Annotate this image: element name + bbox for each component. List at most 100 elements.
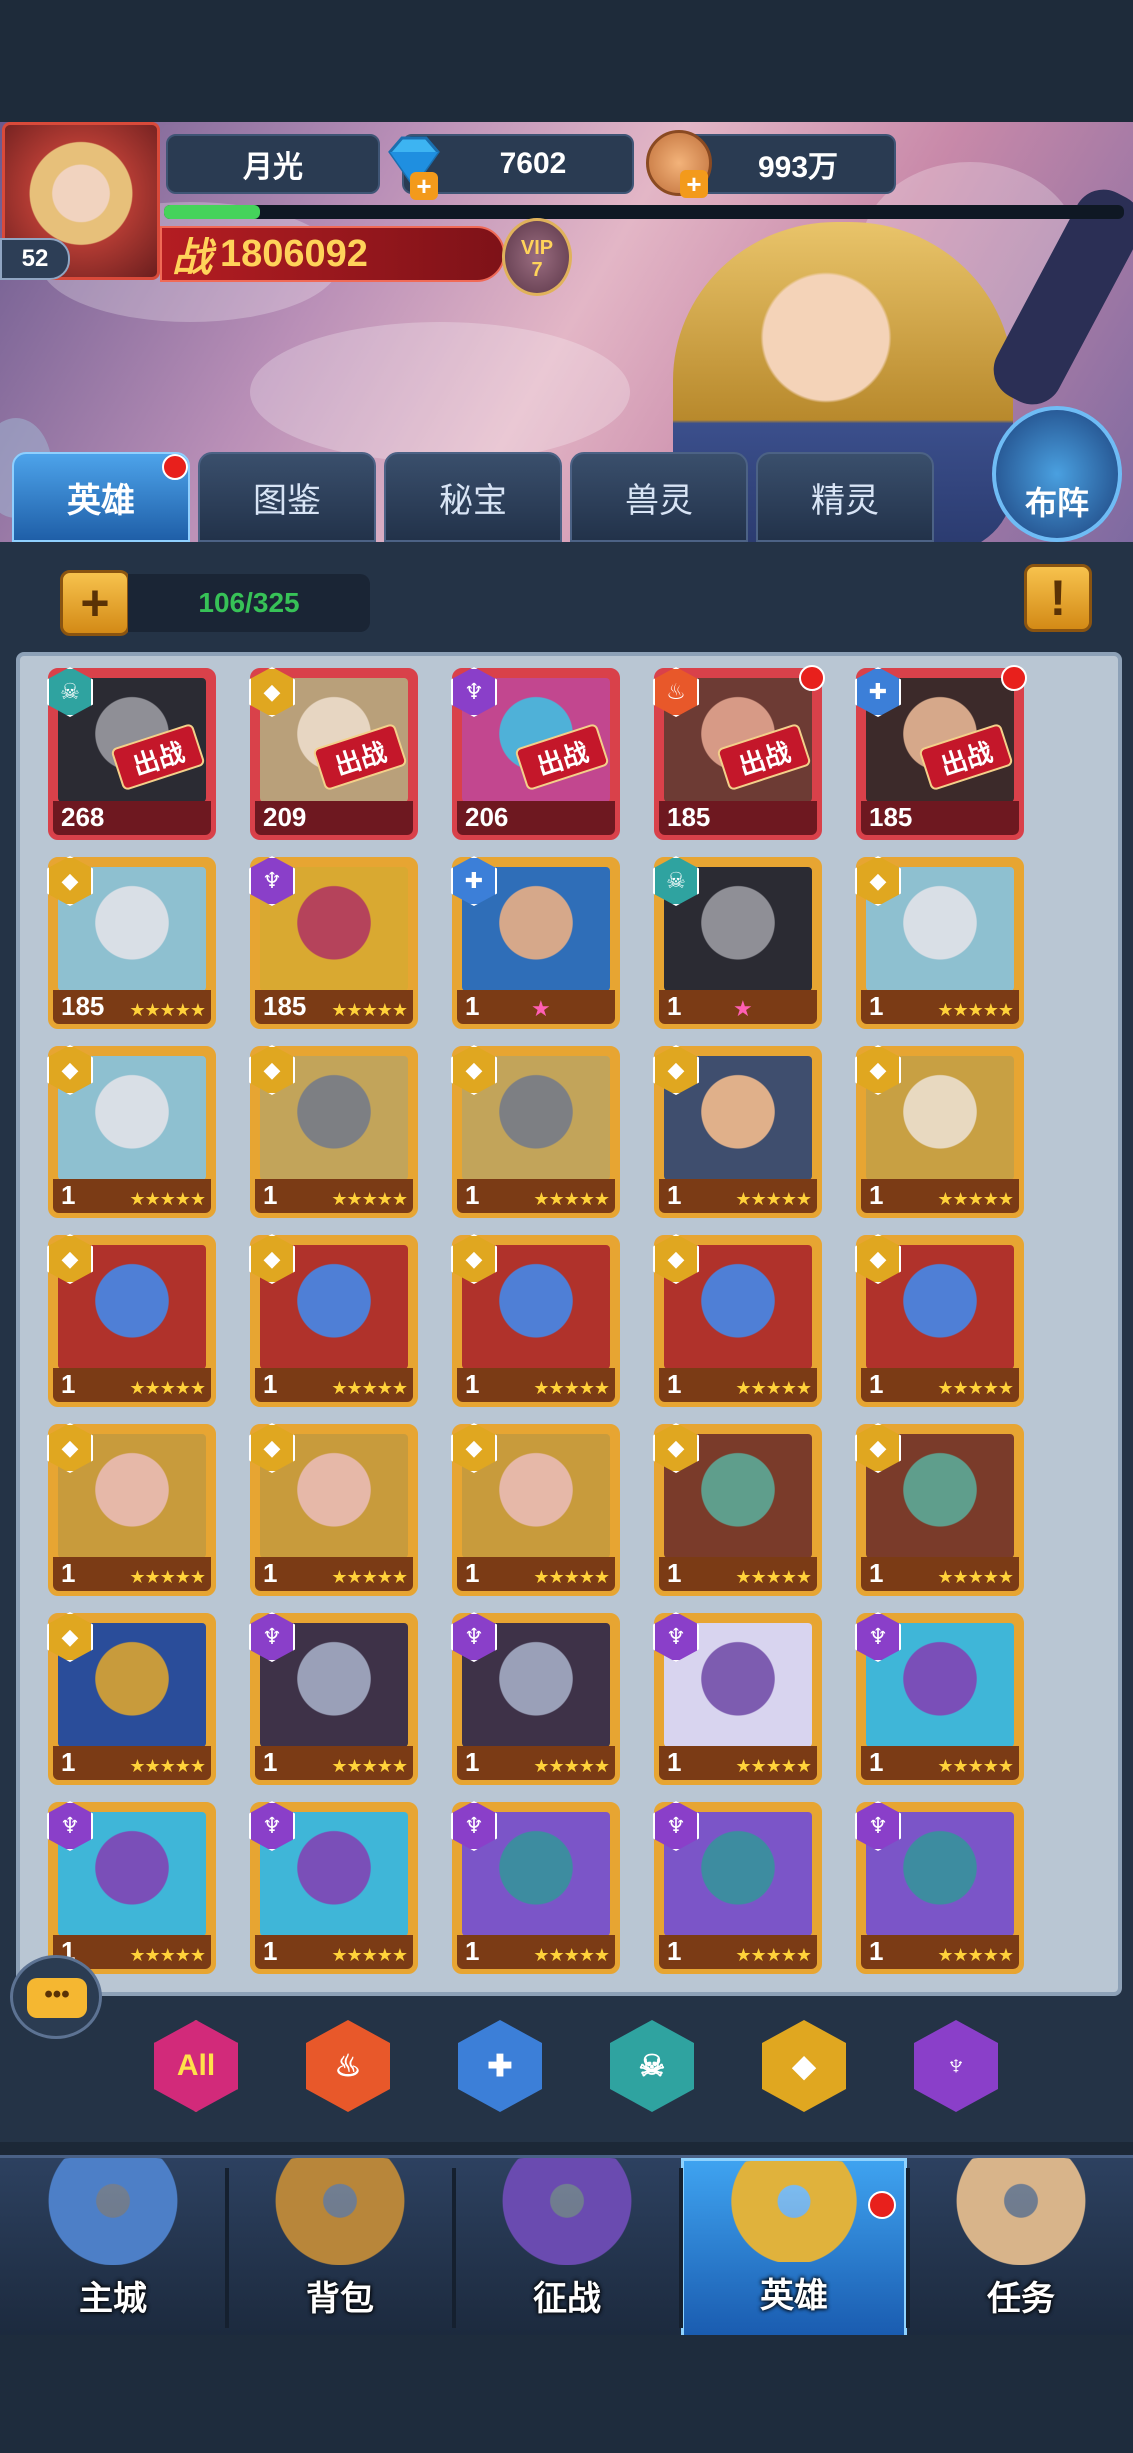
filter-holy-icon[interactable]: ✚ bbox=[458, 2020, 542, 2112]
nav-separator bbox=[225, 2168, 229, 2328]
hero-card[interactable]: ◆ 209 出战 bbox=[249, 667, 418, 840]
hero-card[interactable]: ◆ 1 ★★★★★ bbox=[855, 856, 1024, 1029]
top-bar bbox=[0, 0, 1133, 122]
star-rating-icon: ★★★★★ bbox=[937, 1000, 1014, 1021]
hero-card[interactable]: ◆ 1 ★★★★★ bbox=[855, 1045, 1024, 1218]
hero-card-footer: 1 ★★★★★ bbox=[53, 1746, 211, 1780]
hero-level: 1 bbox=[263, 1180, 278, 1210]
filter-light-icon[interactable]: ◆ bbox=[762, 2020, 846, 2112]
hero-card[interactable]: ♆ 1 ★★★★★ bbox=[653, 1612, 822, 1785]
nav-hero-helmet[interactable]: 英雄 bbox=[681, 2158, 907, 2338]
hero-card[interactable]: ◆ 185 ★★★★★ bbox=[47, 856, 216, 1029]
hero-card-footer: 1 ★★★★★ bbox=[457, 1368, 615, 1402]
nav-scroll[interactable]: 任务 bbox=[908, 2158, 1133, 2338]
hero-card-footer: 1 ★ bbox=[659, 990, 817, 1024]
hero-card[interactable]: ♆ 1 ★★★★★ bbox=[451, 1801, 620, 1974]
faction-filters: All ♨ ✚ ☠ ◆ ♆ bbox=[0, 2020, 1133, 2120]
tab-beast-spirit[interactable]: 兽灵 bbox=[570, 452, 748, 542]
tab-heroes[interactable]: 英雄 bbox=[12, 452, 190, 542]
hero-card-footer: 1 ★★★★★ bbox=[457, 1557, 615, 1591]
hero-card[interactable]: ◆ 1 ★★★★★ bbox=[653, 1423, 822, 1596]
experience-fill bbox=[164, 205, 260, 219]
filter-fire-icon[interactable]: ♨ bbox=[306, 2020, 390, 2112]
nav-treasure-chest[interactable]: 背包 bbox=[227, 2158, 453, 2338]
nav-separator bbox=[679, 2168, 683, 2328]
hero-card[interactable]: ♆ 1 ★★★★★ bbox=[47, 1801, 216, 1974]
hero-card[interactable]: ☠ 1 ★ bbox=[653, 856, 822, 1029]
hero-tabs: 英雄 图鉴 秘宝 兽灵 精灵 bbox=[0, 450, 1133, 542]
hero-card[interactable]: ◆ 1 ★★★★★ bbox=[855, 1234, 1024, 1407]
tab-codex[interactable]: 图鉴 bbox=[198, 452, 376, 542]
star-rating-icon: ★★★★★ bbox=[735, 1756, 812, 1777]
star-rating-icon: ★★★★★ bbox=[533, 1756, 610, 1777]
hero-card-footer: 1 ★★★★★ bbox=[457, 1935, 615, 1969]
hero-card-footer: 1 ★★★★★ bbox=[861, 1557, 1019, 1591]
hero-card[interactable]: ✚ 1 ★ bbox=[451, 856, 620, 1029]
hero-card[interactable]: ✚ 185 出战 bbox=[855, 665, 1027, 840]
hero-level: 1 bbox=[465, 1747, 480, 1777]
hero-card-footer: 1 ★★★★★ bbox=[255, 1179, 413, 1213]
hero-card[interactable]: ◆ 1 ★★★★★ bbox=[451, 1423, 620, 1596]
star-rating-icon: ★★★★★ bbox=[533, 1567, 610, 1588]
hero-card-footer: 1 ★★★★★ bbox=[457, 1746, 615, 1780]
hero-card[interactable]: ◆ 1 ★★★★★ bbox=[47, 1234, 216, 1407]
hero-card[interactable]: ◆ 1 ★★★★★ bbox=[451, 1234, 620, 1407]
hero-card-footer: 1 ★ bbox=[457, 990, 615, 1024]
add-coin-icon[interactable]: + bbox=[680, 169, 708, 199]
hero-card[interactable]: ♆ 1 ★★★★★ bbox=[855, 1801, 1024, 1974]
hero-card[interactable]: ◆ 1 ★★★★★ bbox=[47, 1612, 216, 1785]
hero-card[interactable]: ♆ 206 出战 bbox=[451, 667, 620, 840]
tab-treasure[interactable]: 秘宝 bbox=[384, 452, 562, 542]
star-rating-icon: ★★★★★ bbox=[937, 1567, 1014, 1588]
tab-label: 英雄 bbox=[67, 480, 135, 521]
filter-void-icon[interactable]: ♆ bbox=[914, 2020, 998, 2112]
hero-card[interactable]: ◆ 1 ★★★★★ bbox=[653, 1045, 822, 1218]
hero-card[interactable]: ♆ 1 ★★★★★ bbox=[653, 1801, 822, 1974]
hero-card[interactable]: ♆ 185 ★★★★★ bbox=[249, 856, 418, 1029]
nav-separator bbox=[452, 2168, 456, 2328]
star-rating-icon: ★★★★★ bbox=[735, 1567, 812, 1588]
hero-card-footer: 185 ★★★★★ bbox=[255, 990, 413, 1024]
tab-label: 图鉴 bbox=[253, 480, 321, 521]
star-rating-icon: ★★★★★ bbox=[129, 1189, 206, 1210]
hero-card[interactable]: ♆ 1 ★★★★★ bbox=[249, 1612, 418, 1785]
nav-label: 背包 bbox=[306, 2279, 374, 2319]
hero-card[interactable]: ♆ 1 ★★★★★ bbox=[451, 1612, 620, 1785]
hero-card[interactable]: ☠ 268 出战 bbox=[47, 667, 216, 840]
filter-all-button[interactable]: All bbox=[154, 2020, 238, 2112]
hero-card-footer: 185 bbox=[659, 801, 817, 835]
hero-card[interactable]: ◆ 1 ★★★★★ bbox=[249, 1045, 418, 1218]
info-button[interactable]: ! bbox=[1024, 564, 1092, 632]
hero-card[interactable]: ◆ 1 ★★★★★ bbox=[47, 1423, 216, 1596]
hero-card[interactable]: ♨ 185 出战 bbox=[653, 665, 825, 840]
add-diamond-icon[interactable]: + bbox=[410, 171, 438, 201]
hero-card[interactable]: ◆ 1 ★★★★★ bbox=[249, 1423, 418, 1596]
hero-card[interactable]: ◆ 1 ★★★★★ bbox=[249, 1234, 418, 1407]
star-rating-icon: ★★★★★ bbox=[533, 1189, 610, 1210]
hero-level: 1 bbox=[61, 1180, 76, 1210]
nav-castle[interactable]: 主城 bbox=[0, 2158, 226, 2338]
hero-card[interactable]: ◆ 1 ★★★★★ bbox=[451, 1045, 620, 1218]
hero-card-footer: 1 ★★★★★ bbox=[53, 1179, 211, 1213]
pink-star-icon: ★ bbox=[733, 997, 753, 1022]
hero-level: 1 bbox=[465, 1369, 480, 1399]
hero-card[interactable]: ◆ 1 ★★★★★ bbox=[47, 1045, 216, 1218]
hero-card-footer: 1 ★★★★★ bbox=[861, 990, 1019, 1024]
hero-card[interactable]: ◆ 1 ★★★★★ bbox=[653, 1234, 822, 1407]
hero-card[interactable]: ◆ 1 ★★★★★ bbox=[855, 1423, 1024, 1596]
vip-badge[interactable]: VIP 7 bbox=[502, 218, 572, 296]
star-rating-icon: ★★★★★ bbox=[533, 1945, 610, 1966]
hero-level: 268 bbox=[61, 802, 105, 832]
nav-label: 主城 bbox=[79, 2279, 147, 2319]
nav-dragon-portal[interactable]: 征战 bbox=[454, 2158, 680, 2338]
hero-card-footer: 1 ★★★★★ bbox=[861, 1935, 1019, 1969]
hero-card[interactable]: ♆ 1 ★★★★★ bbox=[855, 1612, 1024, 1785]
tab-sprite[interactable]: 精灵 bbox=[756, 452, 934, 542]
nav-separator bbox=[906, 2168, 910, 2328]
expand-capacity-button[interactable]: + bbox=[60, 570, 130, 636]
hero-level: 1 bbox=[61, 1558, 76, 1588]
hero-level: 1 bbox=[465, 991, 480, 1021]
filter-dark-icon[interactable]: ☠ bbox=[610, 2020, 694, 2112]
hero-card[interactable]: ♆ 1 ★★★★★ bbox=[249, 1801, 418, 1974]
formation-button[interactable]: 布阵 bbox=[992, 406, 1122, 542]
